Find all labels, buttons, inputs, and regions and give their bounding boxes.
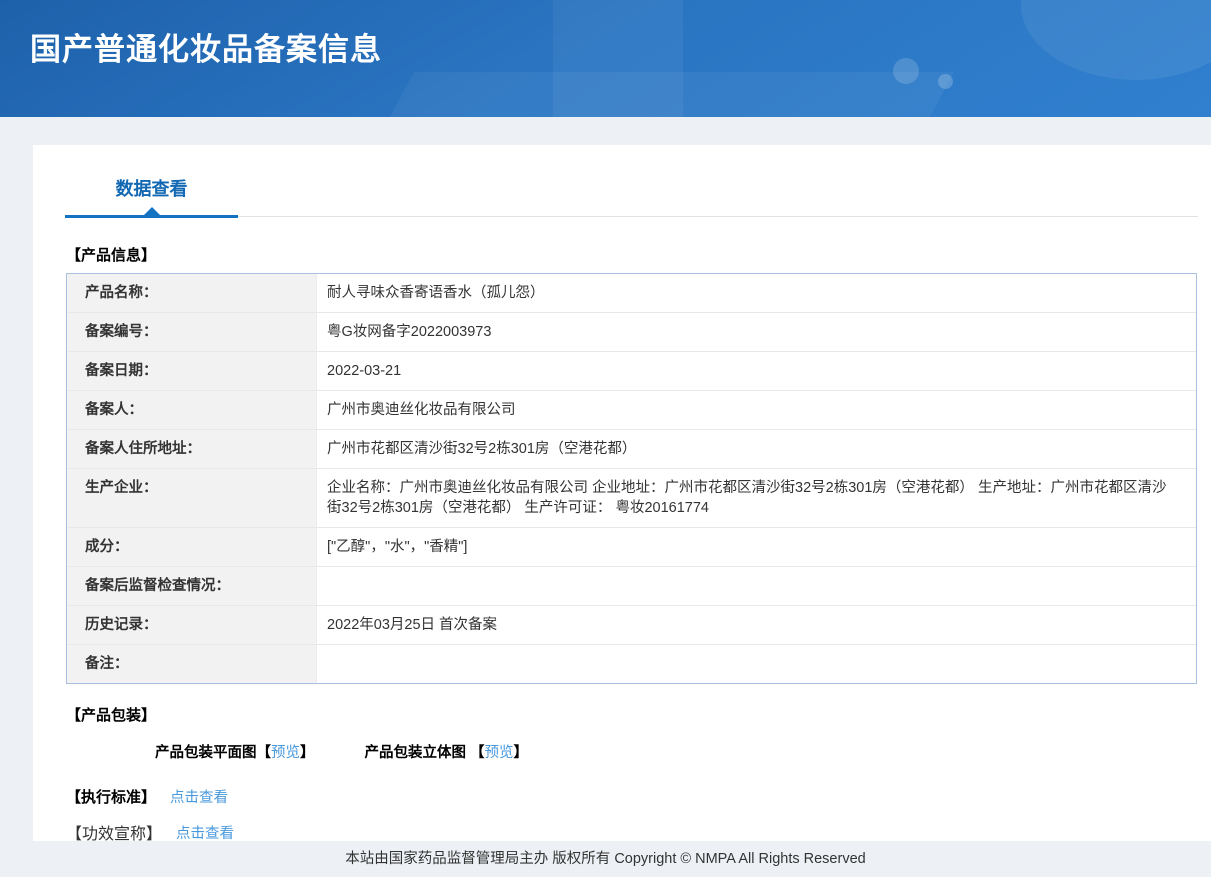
page-title: 国产普通化妆品备案信息 — [30, 24, 382, 69]
row-label: 备案后监督检查情况： — [67, 567, 317, 605]
row-value: 广州市花都区清沙街32号2栋301房（空港花都） — [317, 430, 1196, 468]
standards-view-link[interactable]: 点击查看 — [170, 786, 228, 807]
tab-divider — [238, 216, 1198, 217]
packaging-row: 产品包装平面图 【 预览 】 产品包装立体图 【 预览 】 — [155, 741, 1211, 762]
row-label: 备案人： — [67, 391, 317, 429]
row-label: 备案人住所地址： — [67, 430, 317, 468]
row-value: 耐人寻味众香寄语香水（孤儿怨） — [317, 274, 1196, 312]
section-title-product-info: 【产品信息】 — [66, 244, 1211, 265]
preview-flat-link[interactable]: 预览 — [271, 741, 300, 762]
bracket-open: 【 — [470, 741, 485, 762]
row-value: 2022-03-21 — [317, 352, 1196, 390]
packaging-stereo-item: 产品包装立体图 【 预览 】 — [365, 741, 529, 762]
row-value: 粤G妆网备字2022003973 — [317, 313, 1196, 351]
table-row: 历史记录： 2022年03月25日 首次备案 — [67, 606, 1196, 645]
decorative-circle — [938, 74, 953, 89]
row-label: 备注： — [67, 645, 317, 683]
table-row: 备案后监督检查情况： — [67, 567, 1196, 606]
footer-text: 本站由国家药品监督管理局主办 版权所有 Copyright © NMPA All… — [345, 851, 865, 867]
table-row: 备案人住所地址： 广州市花都区清沙街32号2栋301房（空港花都） — [67, 430, 1196, 469]
row-value: 企业名称：广州市奥迪丝化妆品有限公司 企业地址：广州市花都区清沙街32号2栋30… — [317, 469, 1196, 527]
page-header: 国产普通化妆品备案信息 — [0, 0, 1211, 117]
row-label: 备案编号： — [67, 313, 317, 351]
row-label: 成分： — [67, 528, 317, 566]
efficacy-view-link[interactable]: 点击查看 — [176, 822, 234, 843]
table-row: 备案人： 广州市奥迪丝化妆品有限公司 — [67, 391, 1196, 430]
row-value — [317, 645, 1196, 683]
bracket-open: 【 — [257, 741, 272, 762]
row-value: 2022年03月25日 首次备案 — [317, 606, 1196, 644]
table-row: 备案日期： 2022-03-21 — [67, 352, 1196, 391]
decorative-circle — [1021, 0, 1211, 80]
content-card: 数据查看 【产品信息】 产品名称： 耐人寻味众香寄语香水（孤儿怨） 备案编号： … — [33, 145, 1211, 841]
row-value: ["乙醇"，"水"，"香精"] — [317, 528, 1196, 566]
table-row: 生产企业： 企业名称：广州市奥迪丝化妆品有限公司 企业地址：广州市花都区清沙街3… — [67, 469, 1196, 528]
tab-data-view[interactable]: 数据查看 — [65, 175, 238, 218]
bracket-close: 】 — [514, 741, 529, 762]
decorative-circle — [893, 58, 919, 84]
row-label: 生产企业： — [67, 469, 317, 527]
tab-strip: 数据查看 — [33, 145, 1211, 218]
preview-stereo-link[interactable]: 预览 — [485, 741, 514, 762]
row-value: 广州市奥迪丝化妆品有限公司 — [317, 391, 1196, 429]
table-row: 成分： ["乙醇"，"水"，"香精"] — [67, 528, 1196, 567]
packaging-stereo-label: 产品包装立体图 — [365, 741, 467, 762]
section-title-packaging: 【产品包装】 — [66, 704, 1211, 725]
section-title-standards: 【执行标准】 — [66, 786, 156, 807]
decorative-shape — [366, 72, 954, 117]
table-row: 产品名称： 耐人寻味众香寄语香水（孤儿怨） — [67, 274, 1196, 313]
packaging-flat-item: 产品包装平面图 【 预览 】 — [155, 741, 315, 762]
row-label: 历史记录： — [67, 606, 317, 644]
footer: 本站由国家药品监督管理局主办 版权所有 Copyright © NMPA All… — [0, 841, 1211, 875]
row-label: 备案日期： — [67, 352, 317, 390]
product-info-table: 产品名称： 耐人寻味众香寄语香水（孤儿怨） 备案编号： 粤G妆网备字202200… — [66, 273, 1197, 684]
bracket-close: 】 — [300, 741, 315, 762]
row-label: 产品名称： — [67, 274, 317, 312]
packaging-flat-label: 产品包装平面图 — [155, 741, 257, 762]
standards-row: 【执行标准】 点击查看 — [66, 786, 1211, 807]
table-row: 备案编号： 粤G妆网备字2022003973 — [67, 313, 1196, 352]
table-row: 备注： — [67, 645, 1196, 683]
row-value — [317, 567, 1196, 605]
